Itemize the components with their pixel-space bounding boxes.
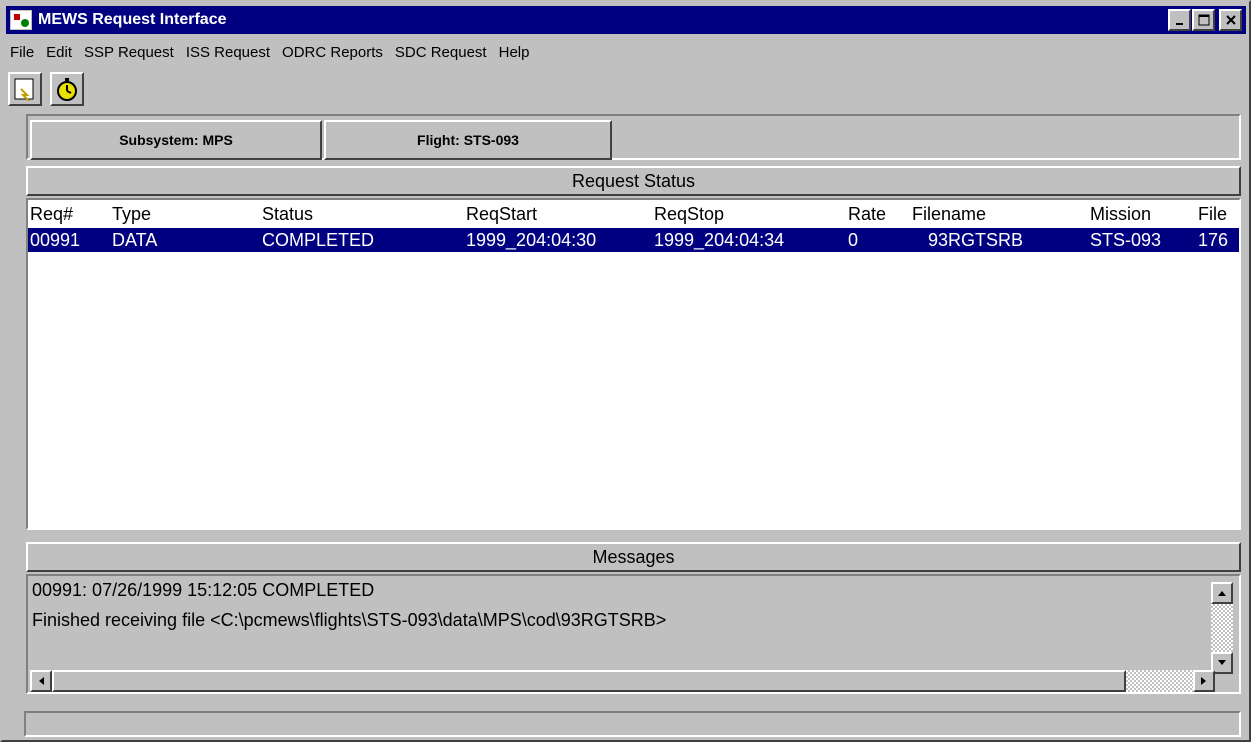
- messages-header: Messages: [26, 542, 1241, 572]
- maximize-button[interactable]: [1192, 9, 1215, 31]
- cell-mission: STS-093: [1090, 230, 1162, 250]
- menu-edit[interactable]: Edit: [46, 44, 72, 61]
- arrow-down-icon: [1218, 660, 1226, 665]
- request-list[interactable]: Req# Type Status ReqStart ReqStop Rate F…: [26, 198, 1241, 530]
- minimize-button[interactable]: [1168, 9, 1191, 31]
- menu-iss-request[interactable]: ISS Request: [186, 44, 270, 61]
- subsystem-button[interactable]: Subsystem: MPS: [30, 120, 322, 160]
- col-reqstart[interactable]: ReqStart: [466, 204, 537, 225]
- cell-rate: 0: [848, 230, 859, 250]
- window-title: MEWS Request Interface: [38, 11, 227, 28]
- menu-file[interactable]: File: [10, 44, 34, 61]
- title-bar[interactable]: MEWS Request Interface: [6, 6, 1246, 34]
- messages-panel[interactable]: 00991: 07/26/1999 15:12:05 COMPLETED Fin…: [26, 574, 1241, 694]
- arrow-up-icon: [1218, 591, 1226, 596]
- status-bar: [24, 711, 1241, 737]
- scroll-right-button[interactable]: [1193, 670, 1215, 692]
- request-status-header: Request Status: [26, 166, 1241, 196]
- selection-panel: Subsystem: MPS Flight: STS-093: [26, 114, 1241, 160]
- horizontal-scroll-track[interactable]: [1126, 670, 1193, 692]
- cell-reqstart: 1999_204:04:30: [466, 230, 597, 250]
- caption-buttons: [1167, 9, 1242, 31]
- horizontal-scroll-thumb[interactable]: [52, 670, 1126, 692]
- cell-req: 00991: [30, 230, 81, 250]
- close-icon: [1225, 15, 1236, 25]
- cell-filename: 93RGTSRB: [928, 230, 1024, 250]
- table-row[interactable]: 00991 DATA COMPLETED 1999_204:04:30 1999…: [28, 228, 1239, 252]
- close-button[interactable]: [1219, 9, 1242, 31]
- exit-icon: [14, 78, 34, 101]
- vertical-scroll-track[interactable]: [1211, 604, 1233, 652]
- stopwatch-icon: [57, 78, 77, 101]
- menu-ssp-request[interactable]: SSP Request: [84, 44, 174, 61]
- cell-reqstop: 1999_204:04:34: [654, 230, 785, 250]
- col-req[interactable]: Req#: [30, 204, 73, 225]
- exit-tool-button[interactable]: [8, 72, 42, 106]
- cell-type: DATA: [112, 230, 158, 250]
- col-reqstop[interactable]: ReqStop: [654, 204, 724, 225]
- menu-help[interactable]: Help: [499, 44, 530, 61]
- cell-status: COMPLETED: [262, 230, 375, 250]
- scroll-up-button[interactable]: [1211, 582, 1233, 604]
- menu-sdc-request[interactable]: SDC Request: [395, 44, 487, 61]
- scroll-left-button[interactable]: [30, 670, 52, 692]
- app-icon[interactable]: [10, 10, 32, 30]
- vertical-scrollbar[interactable]: [1211, 582, 1235, 674]
- maximize-icon: [1198, 14, 1209, 26]
- stopwatch-tool-button[interactable]: [50, 72, 84, 106]
- col-rate[interactable]: Rate: [848, 204, 886, 225]
- menu-odrc-reports[interactable]: ODRC Reports: [282, 44, 383, 61]
- col-file[interactable]: File: [1198, 204, 1227, 225]
- message-line: Finished receiving file <C:\pcmews\fligh…: [32, 610, 667, 630]
- message-line: 00991: 07/26/1999 15:12:05 COMPLETED: [32, 580, 375, 600]
- flight-button[interactable]: Flight: STS-093: [324, 120, 612, 160]
- menu-bar: File Edit SSP Request ISS Request ODRC R…: [6, 40, 537, 64]
- col-filename[interactable]: Filename: [912, 204, 986, 225]
- main-window: MEWS Request Interface File Edit SSP Req…: [0, 0, 1251, 742]
- col-type[interactable]: Type: [112, 204, 151, 225]
- arrow-left-icon: [39, 677, 44, 685]
- toolbar: [8, 72, 84, 106]
- col-mission[interactable]: Mission: [1090, 204, 1151, 225]
- arrow-right-icon: [1201, 677, 1206, 685]
- minimize-icon: [1175, 23, 1183, 25]
- col-status[interactable]: Status: [262, 204, 313, 225]
- cell-file: 176: [1198, 230, 1229, 250]
- list-header-row: Req# Type Status ReqStart ReqStop Rate F…: [28, 202, 1239, 226]
- horizontal-scrollbar[interactable]: [30, 670, 1215, 692]
